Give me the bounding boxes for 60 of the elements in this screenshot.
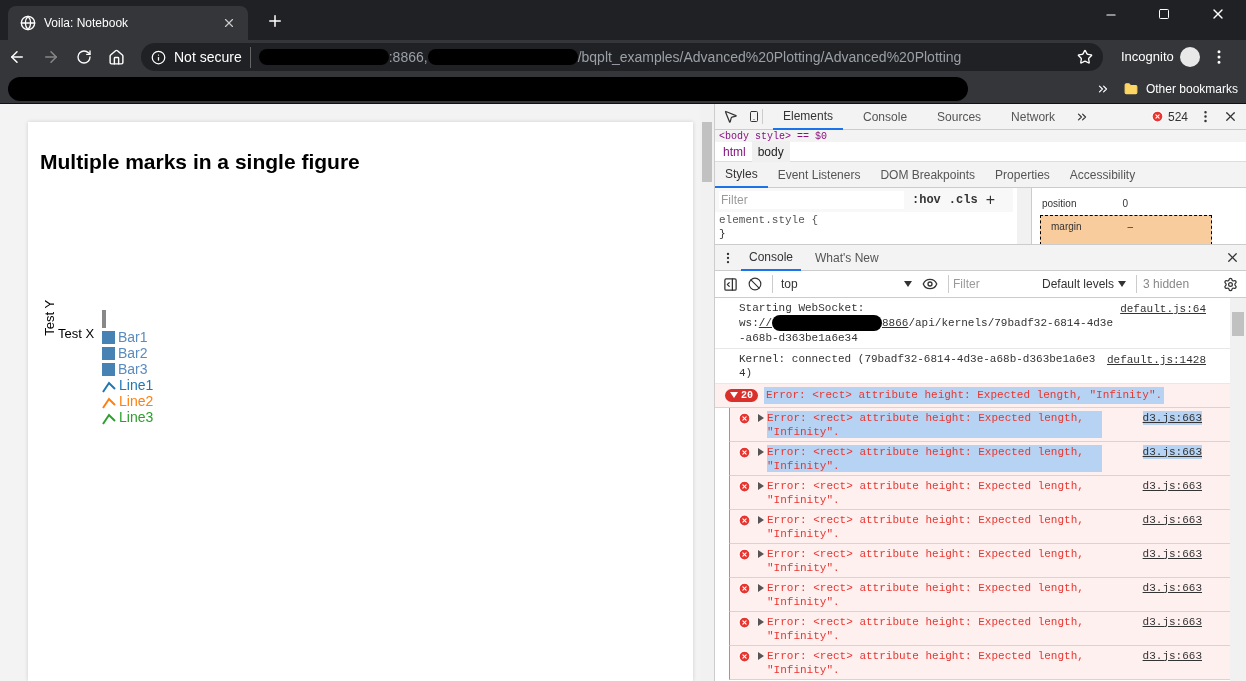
levels-dropdown[interactable]: Default levels bbox=[1042, 275, 1127, 293]
css-rule-end: } bbox=[718, 228, 727, 239]
browser-tab[interactable]: Voila: Notebook bbox=[8, 6, 248, 40]
devtools-tab[interactable]: Console bbox=[853, 103, 918, 130]
page-heading: Multiple marks in a single figure bbox=[40, 149, 361, 175]
source-link[interactable]: d3.js:663 bbox=[1142, 614, 1202, 629]
source-link[interactable]: default.js:1428 bbox=[1106, 352, 1206, 380]
styles-tab[interactable]: Event Listeners bbox=[767, 161, 871, 188]
cls-button[interactable]: .cls bbox=[948, 191, 978, 209]
source-link[interactable]: d3.js:663 bbox=[1142, 546, 1202, 561]
source-link[interactable]: default.js:64 bbox=[1120, 301, 1206, 345]
error-count-badge: 20 bbox=[725, 388, 758, 402]
error-count: 524 bbox=[1167, 108, 1188, 126]
profile-label: Incognito bbox=[1121, 48, 1174, 67]
margin-box: margin – bbox=[1040, 215, 1212, 244]
source-link[interactable]: d3.js:663 bbox=[1142, 444, 1202, 459]
styles-tab[interactable]: Accessibility bbox=[1059, 161, 1146, 188]
console-error-message[interactable]: Error: <rect> attribute height: Expected length, "Infinity". bbox=[767, 478, 1102, 506]
bookmark-folder[interactable]: Other bookmarks bbox=[1145, 79, 1238, 98]
console-error-message[interactable]: Error: <rect> attribute height: Expected length, "Infinity". bbox=[767, 546, 1102, 574]
source-link[interactable]: d3.js:663 bbox=[1142, 648, 1202, 663]
console-error-message[interactable]: Error: <rect> attribute height: Expected length, "Infinity". bbox=[767, 614, 1102, 642]
styles-tab[interactable]: DOM Breakpoints bbox=[870, 161, 986, 188]
legend-label: Line1 bbox=[119, 376, 154, 395]
devtools-tab[interactable]: Sources bbox=[927, 103, 992, 130]
url-text: /bqplt_examples/Advanced%20Plotting/Advanced%20Plotting bbox=[577, 47, 962, 67]
hidden-count: 3 hidden bbox=[1136, 275, 1190, 293]
breadcrumb[interactable]: body bbox=[751, 140, 790, 163]
hov-button[interactable]: :hov bbox=[912, 191, 941, 209]
devtools-tab[interactable]: Network bbox=[1001, 103, 1066, 130]
console-message: Starting WebSocket: ws:// 8866/api/kernels/79badf32-6814-4d3e-a68b-d363be1a6e34 bbox=[739, 301, 1115, 345]
breadcrumb[interactable]: html bbox=[717, 140, 752, 163]
axis-label: Test Y bbox=[41, 299, 58, 336]
axis-label: Test X bbox=[58, 324, 95, 343]
box-model-label: position bbox=[1042, 197, 1077, 211]
styles-filter-field[interactable]: Filter bbox=[719, 191, 904, 209]
source-link[interactable]: d3.js:663 bbox=[1142, 512, 1202, 527]
source-link[interactable]: d3.js:663 bbox=[1142, 410, 1202, 425]
console-error-message[interactable]: Error: <rect> attribute height: Expected length, "Infinity". bbox=[767, 580, 1102, 608]
box-model-value: 0 bbox=[1122, 197, 1129, 211]
css-rule: element.style { bbox=[718, 213, 820, 228]
legend-label: Bar2 bbox=[118, 344, 148, 363]
console-message: Kernel: connected (79badf32-6814-4d3e-a68b-d363be1a6e34) bbox=[739, 352, 1097, 380]
context-selector[interactable]: top bbox=[772, 275, 912, 293]
new-rule-button[interactable]: + bbox=[985, 192, 995, 208]
address-bar[interactable]: Not secure :8866, /bqplt_examples/Advanced%20Plotting/Advanced%20Plotting bbox=[141, 43, 1103, 71]
security-label: Not secure bbox=[174, 46, 251, 68]
legend-label: Bar3 bbox=[118, 360, 148, 379]
console-error-message[interactable]: Error: <rect> attribute height: Expected length, "Infinity". bbox=[767, 648, 1102, 676]
dom-node-text: <body style> == $0 bbox=[719, 131, 828, 142]
legend-label: Line3 bbox=[119, 408, 154, 427]
legend-label: Bar1 bbox=[118, 328, 148, 347]
drawer-tab[interactable]: What's New bbox=[807, 244, 887, 271]
drawer-tab[interactable]: Console bbox=[741, 244, 802, 271]
styles-tab[interactable]: Properties bbox=[985, 161, 1060, 188]
url-text: :8866, bbox=[388, 47, 428, 67]
source-link[interactable]: d3.js:663 bbox=[1142, 478, 1202, 493]
console-error-message[interactable]: Error: <rect> attribute height: Expected length, "Infinity". bbox=[767, 512, 1102, 540]
legend-label: Line2 bbox=[119, 392, 154, 411]
source-link[interactable]: d3.js:663 bbox=[1142, 580, 1202, 595]
